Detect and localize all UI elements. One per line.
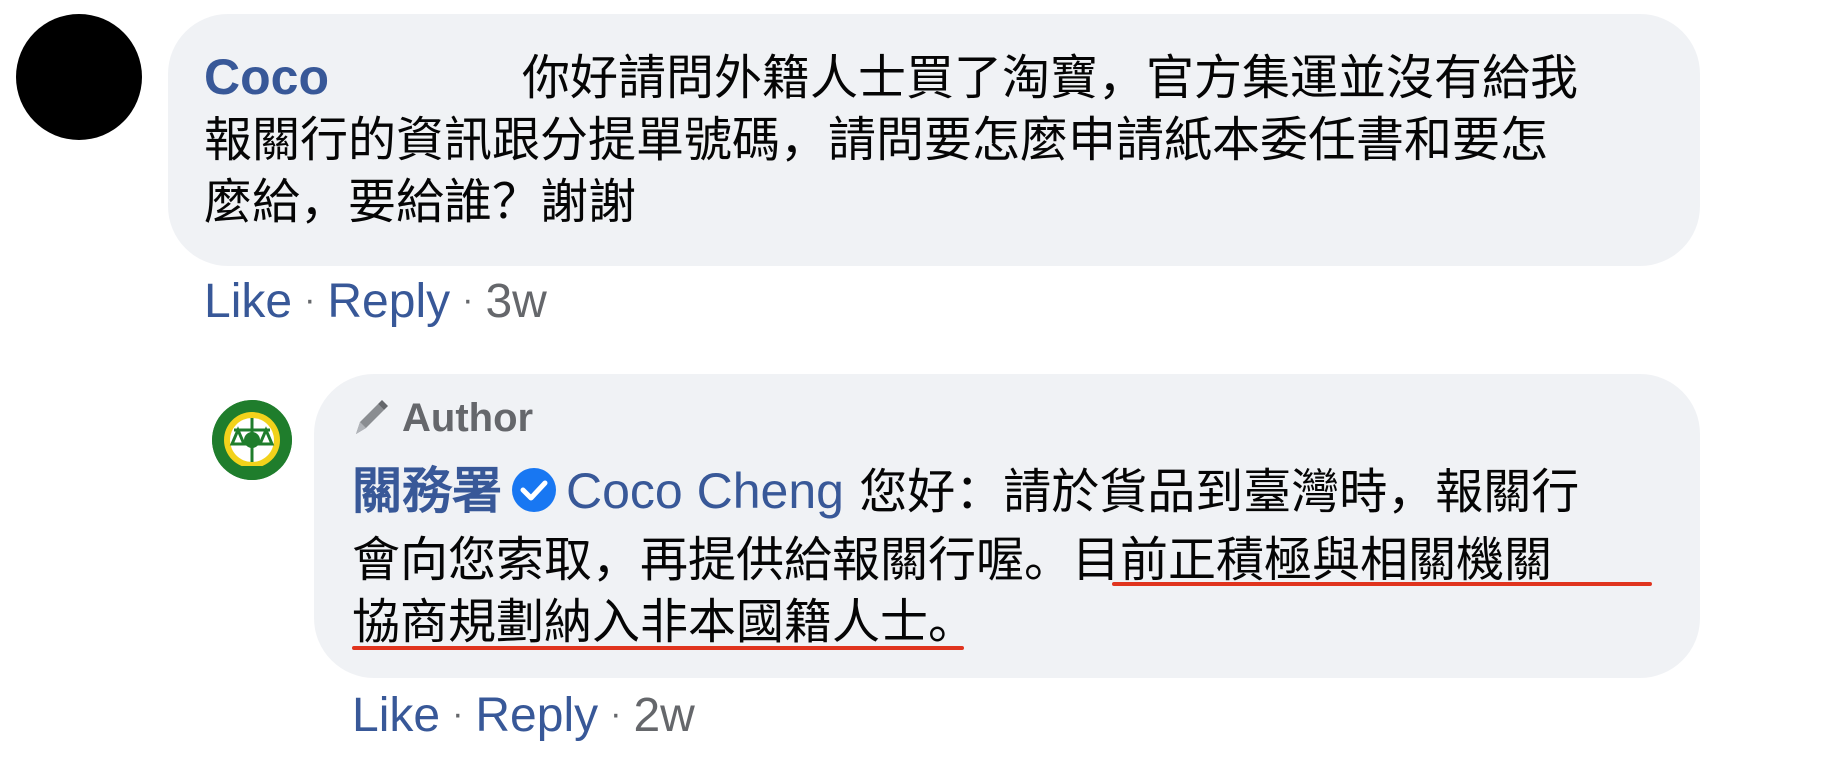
red-underline	[352, 646, 964, 650]
separator: ·	[462, 281, 474, 319]
mention-link[interactable]: Coco Cheng	[566, 463, 844, 519]
reply-body: 關務署 Coco Cheng 您好：請於貨品到臺灣時，報關行 會向您索取，再提供給…	[352, 460, 1579, 653]
reply-button[interactable]: Reply	[327, 275, 450, 328]
highlighted-text: 目前正積極與相關機關	[1072, 532, 1553, 588]
reply-text: 會向您索取，再提供給報關行喔。	[352, 532, 1073, 588]
red-underline	[1112, 582, 1652, 586]
author-label: Author	[402, 395, 534, 440]
comment-body: Coco 你好請問外籍人士買了淘寶，官方集運並沒有給我 報關行的資訊跟分提單號碼，…	[204, 46, 1578, 233]
reply-text: 您好：請於貨品到臺灣時，報關行	[859, 464, 1580, 520]
reply-text: 。	[928, 594, 977, 650]
verified-badge-icon	[510, 466, 558, 529]
reply-author-name[interactable]: 關務署	[352, 462, 502, 520]
separator: ·	[304, 281, 316, 319]
comment-author-name[interactable]: Coco	[204, 46, 522, 108]
comment-timestamp[interactable]: 3w	[485, 275, 546, 328]
customs-logo-icon	[212, 400, 292, 480]
comment-text-line: 報關行的資訊跟分提單號碼，請問要怎麼申請紙本委任書和要怎	[204, 112, 1549, 168]
separator: ·	[452, 695, 464, 733]
author-badge: Author	[346, 394, 533, 442]
like-button[interactable]: Like	[352, 689, 440, 742]
like-button[interactable]: Like	[204, 275, 292, 328]
comment-actions: Like · Reply · 3w	[204, 274, 547, 329]
highlighted-text: 協商規劃納入非本國籍人士	[352, 594, 929, 650]
pen-icon	[356, 400, 388, 434]
customs-logo[interactable]	[212, 400, 292, 480]
reply-actions: Like · Reply · 2w	[352, 688, 695, 743]
avatar[interactable]	[16, 14, 142, 140]
comment-text-line: 你好請問外籍人士買了淘寶，官方集運並沒有給我	[522, 50, 1579, 106]
reply-timestamp[interactable]: 2w	[633, 689, 694, 742]
separator: ·	[610, 695, 622, 733]
comment-text-line: 麼給，要給誰？謝謝	[204, 174, 637, 230]
reply-button[interactable]: Reply	[475, 689, 598, 742]
